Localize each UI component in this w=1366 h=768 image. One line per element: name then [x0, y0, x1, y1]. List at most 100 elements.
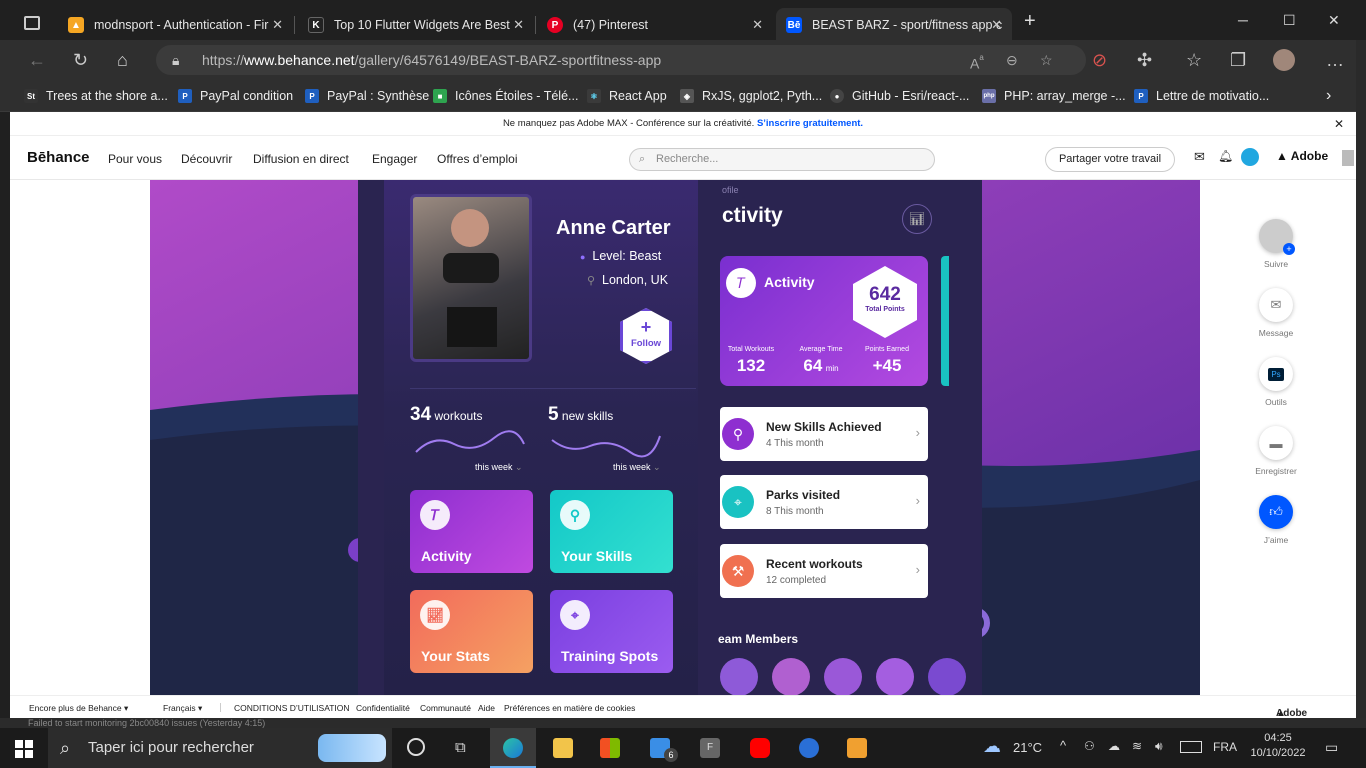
cortana-icon[interactable] [407, 738, 425, 756]
more-icon[interactable]: … [1326, 50, 1344, 71]
close-icon[interactable]: ✕ [991, 17, 1002, 33]
refresh-icon[interactable]: ↻ [73, 50, 88, 71]
windows-start-icon[interactable] [15, 740, 33, 758]
list-item-workouts[interactable]: ⚒ Recent workouts 12 completed › [720, 544, 928, 598]
tile-activity[interactable]: 𝑇 Activity [410, 490, 533, 573]
wifi-icon[interactable]: ≋ [1132, 739, 1142, 753]
footer-more-link[interactable]: Encore plus de Behance ▾ [29, 703, 128, 714]
tab-flutter[interactable]: K Top 10 Flutter Widgets Are Best ✕ [298, 8, 534, 42]
close-icon[interactable]: ✕ [752, 17, 763, 33]
footer-cookies[interactable]: Préférences en matière de cookies [504, 703, 635, 713]
language-indicator[interactable]: FRA [1213, 740, 1237, 754]
bookmark-item[interactable]: php PHP: array_merge -... [982, 86, 1126, 106]
team-avatar[interactable] [876, 658, 914, 695]
nav-offres[interactable]: Offres d’emploi [437, 152, 517, 166]
footer-privacy[interactable]: Confidentialité [356, 703, 410, 713]
bookmark-item[interactable]: P Lettre de motivatio... [1134, 86, 1269, 106]
collections-icon[interactable]: ❐ [1230, 50, 1246, 71]
cloud-icon[interactable]: ☁ [1108, 739, 1120, 753]
people-icon[interactable]: ⚇ [1084, 739, 1095, 753]
volume-icon[interactable]: 🔊︎ [1155, 739, 1163, 754]
follow-action[interactable]: + Suivre [1216, 219, 1336, 269]
team-avatar[interactable] [928, 658, 966, 695]
notice-link[interactable]: S’inscrire gratuitement. [757, 118, 863, 129]
blocked-icon[interactable]: ⊘ [1092, 50, 1107, 71]
media-player-icon[interactable] [847, 738, 867, 758]
maximize-button[interactable]: ☐ [1283, 12, 1296, 29]
team-avatar[interactable] [720, 658, 758, 695]
close-icon[interactable]: ✕ [513, 17, 524, 33]
tile-stats[interactable]: 📈︎ Your Stats [410, 590, 533, 673]
favorite-add-icon[interactable]: ☆ [1040, 45, 1053, 75]
keyboard-icon[interactable] [1180, 741, 1202, 753]
team-avatar[interactable] [772, 658, 810, 695]
clock[interactable]: 04:25 10/10/2022 [1248, 732, 1308, 759]
chevron-right-icon[interactable]: › [1326, 86, 1331, 106]
bookmark-item[interactable]: ◈ RxJS, ggplot2, Pyth... [680, 86, 822, 106]
tab-behance[interactable]: Bē BEAST BARZ - sport/fitness app c ✕ [776, 8, 1012, 42]
bookmark-item[interactable]: ■ Icônes Étoiles - Télé... [433, 86, 578, 106]
tab-pinterest[interactable]: P (47) Pinterest ✕ [537, 8, 773, 42]
mail-icon[interactable]: 6 [650, 738, 678, 762]
tab-actions-icon[interactable] [24, 16, 40, 30]
read-aloud-icon[interactable]: Aᵃ [970, 45, 984, 79]
weather-temp[interactable]: 21°C [1013, 740, 1042, 755]
store-icon[interactable] [600, 738, 620, 758]
file-explorer-icon[interactable] [553, 738, 573, 758]
tile-skills[interactable]: ⚲ Your Skills [550, 490, 673, 573]
nav-engager[interactable]: Engager [372, 152, 417, 166]
app-f-icon[interactable]: F [700, 738, 720, 758]
bookmark-item[interactable]: ⚛ React App [587, 86, 667, 106]
envelope-icon[interactable]: ✉ [1194, 149, 1205, 165]
youtube-icon[interactable] [750, 738, 770, 758]
tools-action[interactable]: Ps Outils [1216, 357, 1336, 407]
like-action[interactable]: 👍︎ J’aime [1216, 495, 1336, 545]
extensions-icon[interactable]: ✣ [1137, 50, 1152, 71]
tile-training[interactable]: ⌖ Training Spots [550, 590, 673, 673]
nav-diffusion[interactable]: Diffusion en direct [253, 152, 349, 166]
chevron-up-icon[interactable]: ^ [1060, 738, 1066, 753]
nav-pour-vous[interactable]: Pour vous [108, 152, 162, 166]
period-selector[interactable]: this week ⌄ [475, 462, 523, 473]
save-action[interactable]: ▬ Enregistrer [1216, 426, 1336, 476]
notifications-icon[interactable]: ▭ [1325, 739, 1338, 756]
team-avatar[interactable] [824, 658, 862, 695]
search-input[interactable]: ⌕ Recherche... [629, 148, 935, 171]
bookmark-item[interactable]: P PayPal condition [178, 86, 293, 106]
user-avatar[interactable] [1241, 148, 1259, 166]
home-icon[interactable]: ⌂ [117, 50, 128, 71]
back-icon[interactable]: ← [28, 50, 46, 71]
close-window-button[interactable]: ✕ [1328, 12, 1340, 29]
scrollbar-thumb[interactable] [1342, 150, 1354, 166]
message-action[interactable]: ✉ Message [1216, 288, 1336, 338]
nav-decouvrir[interactable]: Découvrir [181, 152, 232, 166]
bookmark-item[interactable]: St Trees at the shore a... [24, 86, 168, 106]
profile-avatar[interactable] [1273, 49, 1295, 71]
footer-help[interactable]: Aide [478, 703, 495, 713]
behance-logo[interactable]: Bēhance [27, 149, 90, 166]
bell-icon[interactable]: 🔔︎ [1218, 149, 1233, 163]
bookmark-item[interactable]: ● GitHub - Esri/react-... [830, 86, 969, 106]
footer-terms[interactable]: CONDITIONS D’UTILISATION [234, 703, 350, 713]
bookmark-item[interactable]: P PayPal : Synthèse [305, 86, 429, 106]
adobe-link[interactable]: ▲ Adobe [1276, 149, 1328, 163]
footer-community[interactable]: Communauté [420, 703, 471, 713]
footer-language[interactable]: Français ▾ [163, 703, 202, 714]
minimize-button[interactable]: ─ [1238, 12, 1248, 28]
zoom-icon[interactable]: ⊖ [1006, 45, 1018, 75]
close-icon[interactable]: ✕ [1334, 112, 1344, 136]
taskbar-search-input[interactable]: ⌕ Taper ici pour rechercher [48, 728, 392, 768]
favorites-icon[interactable]: ☆ [1186, 50, 1202, 71]
list-item-skills[interactable]: ⚲ New Skills Achieved 4 This month › [720, 407, 928, 461]
url-field[interactable]: 🔒︎ https://www.behance.net/gallery/64576… [156, 45, 1086, 75]
new-tab-button[interactable]: + [1024, 10, 1036, 33]
chart-icon[interactable]: 📊︎ [902, 204, 932, 234]
task-view-icon[interactable]: ⧉ [455, 739, 466, 756]
share-work-button[interactable]: Partager votre travail [1045, 147, 1175, 172]
app-w-icon[interactable] [799, 738, 819, 758]
period-selector[interactable]: this week ⌄ [613, 462, 661, 473]
taskbar-edge-button[interactable] [490, 728, 536, 768]
list-item-parks[interactable]: ⌖ Parks visited 8 This month › [720, 475, 928, 529]
close-icon[interactable]: ✕ [272, 17, 283, 33]
tab-firebase[interactable]: ▲ modnsport - Authentication - Fir ✕ [58, 8, 293, 42]
